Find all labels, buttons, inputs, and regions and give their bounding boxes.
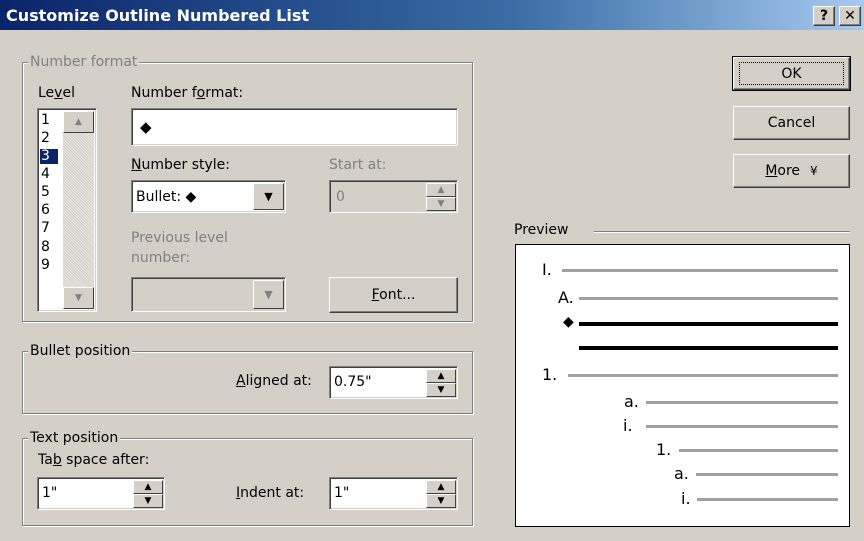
- number-style-value: Bullet: ◆: [136, 189, 197, 205]
- aligned-at-label: Aligned at:: [236, 373, 312, 389]
- level-label: Level: [38, 85, 75, 101]
- cancel-button[interactable]: Cancel: [733, 106, 850, 140]
- level-item-4[interactable]: 4: [40, 167, 58, 182]
- indent-at-spinner[interactable]: 1" ▲ ▼: [329, 477, 458, 510]
- tab-space-label: Tab space after:: [38, 452, 150, 468]
- spin-down-icon[interactable]: ▼: [133, 494, 163, 508]
- previous-level-label-2: number:: [131, 250, 191, 266]
- font-button[interactable]: Font...: [329, 277, 458, 313]
- spin-up-icon[interactable]: ▲: [426, 369, 456, 383]
- aligned-at-value: 0.75": [334, 374, 372, 390]
- help-icon: ?: [819, 8, 829, 24]
- preview-line: [696, 473, 838, 476]
- close-icon: ✕: [844, 8, 856, 24]
- scroll-down-icon[interactable]: ▼: [63, 287, 94, 309]
- preview-line-bold: [579, 322, 838, 326]
- expand-arrow-icon: ¥: [810, 164, 818, 178]
- more-button-label: More: [765, 163, 801, 179]
- spin-up-icon: ▲: [426, 183, 456, 197]
- previous-level-label-1: Previous level: [131, 230, 228, 246]
- preview-label-6: 1.: [656, 440, 672, 459]
- ok-button[interactable]: OK: [732, 56, 851, 91]
- indent-at-value: 1": [334, 485, 350, 501]
- preview-line: [697, 498, 838, 501]
- tab-space-value: 1": [42, 485, 58, 501]
- level-item-5[interactable]: 5: [40, 185, 58, 200]
- spin-up-icon[interactable]: ▲: [133, 480, 163, 494]
- chevron-down-icon: ▼: [253, 280, 284, 309]
- preview-label-3: 1.: [542, 365, 558, 384]
- number-style-select[interactable]: Bullet: ◆ ▼: [131, 180, 286, 213]
- level-item-7[interactable]: 7: [40, 221, 58, 236]
- chevron-down-icon[interactable]: ▼: [253, 183, 284, 210]
- level-list[interactable]: 1 2 3 4 5 6 7 8 9 ▲ ▼: [37, 108, 97, 312]
- spin-down-icon[interactable]: ▼: [426, 494, 456, 508]
- preview-label-1: I.: [542, 260, 552, 279]
- preview-label-8: i.: [681, 489, 691, 508]
- level-item-8[interactable]: 8: [40, 240, 58, 255]
- preview-legend: Preview: [514, 222, 569, 238]
- level-item-1[interactable]: 1: [40, 113, 58, 128]
- preview-separator: [594, 231, 850, 232]
- number-format-legend: Number format: [28, 54, 140, 70]
- level-item-9[interactable]: 9: [40, 258, 58, 273]
- preview-line: [646, 425, 838, 428]
- start-at-value: 0: [336, 189, 345, 205]
- preview-line: [579, 297, 838, 300]
- preview-line: [568, 374, 838, 377]
- scroll-up-icon[interactable]: ▲: [63, 111, 94, 133]
- focus-rect: [739, 62, 844, 85]
- level-scrollbar[interactable]: ▲ ▼: [63, 111, 94, 309]
- preview-pane: I. A. ◆ 1. a. i. 1. a. i.: [515, 244, 850, 527]
- cancel-button-label: Cancel: [767, 115, 816, 131]
- preview-label-4: a.: [624, 392, 639, 411]
- window-title: Customize Outline Numbered List: [6, 5, 309, 25]
- preview-label-5: i.: [623, 416, 633, 435]
- start-at-label: Start at:: [329, 157, 387, 173]
- level-item-6[interactable]: 6: [40, 203, 58, 218]
- spin-down-icon[interactable]: ▼: [426, 383, 456, 397]
- font-button-label: Font...: [371, 287, 416, 303]
- text-position-legend: Text position: [28, 430, 121, 446]
- start-at-spinner: 0 ▲ ▼: [329, 180, 458, 213]
- aligned-at-spinner[interactable]: 0.75" ▲ ▼: [329, 366, 458, 399]
- level-item-3[interactable]: 3: [40, 149, 58, 164]
- preview-line-bold: [579, 346, 838, 350]
- number-format-label: Number format:: [131, 85, 244, 101]
- tab-space-spinner[interactable]: 1" ▲ ▼: [37, 477, 165, 510]
- title-bar: Customize Outline Numbered List: [0, 0, 864, 30]
- preview-line: [679, 449, 838, 452]
- number-format-input[interactable]: ◆: [131, 108, 458, 146]
- preview-label-2: A.: [558, 288, 574, 307]
- previous-level-select: ▼: [131, 277, 286, 312]
- preview-line: [646, 401, 838, 404]
- more-button[interactable]: More ¥: [733, 154, 850, 188]
- level-item-2[interactable]: 2: [40, 131, 58, 146]
- close-button[interactable]: ✕: [839, 6, 861, 26]
- preview-label-7: a.: [674, 464, 689, 483]
- preview-line: [562, 269, 838, 272]
- help-button[interactable]: ?: [813, 6, 835, 26]
- spin-up-icon[interactable]: ▲: [426, 480, 456, 494]
- number-format-value: ◆: [140, 118, 152, 136]
- number-style-label: Number style:: [131, 157, 230, 173]
- preview-bullet: ◆: [563, 314, 574, 330]
- indent-at-label: Indent at:: [236, 485, 305, 501]
- spin-down-icon: ▼: [426, 197, 456, 211]
- bullet-position-legend: Bullet position: [28, 343, 133, 359]
